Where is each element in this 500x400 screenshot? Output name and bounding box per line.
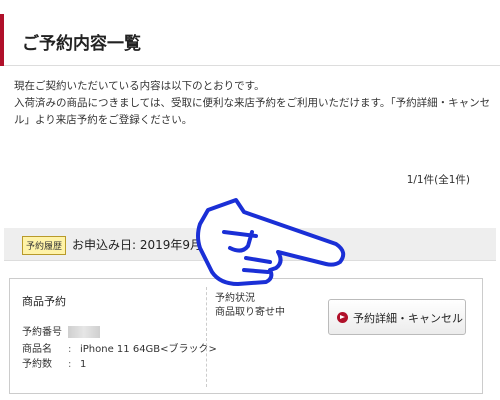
quantity-row: 予約数:1 xyxy=(22,355,86,370)
header-accent-bar xyxy=(0,14,4,66)
page-title: ご予約内容一覧 xyxy=(22,34,141,54)
reservation-type-title: 商品予約 xyxy=(22,295,66,308)
product-name-value: iPhone 11 64GB<ブラック> xyxy=(80,344,217,355)
button-label: 予約詳細・キャンセル xyxy=(353,312,463,325)
field-label: 予約数 xyxy=(22,359,52,370)
reservation-detail-cancel-button[interactable]: 予約詳細・キャンセル xyxy=(328,299,466,335)
product-name-row: 商品名: iPhone 11 64GB<ブラック> xyxy=(22,340,217,355)
status-value: 商品取り寄せ中 xyxy=(215,307,285,318)
page-header: ご予約内容一覧 xyxy=(0,14,500,66)
quantity-value: 1 xyxy=(80,359,87,370)
masked-reservation-number xyxy=(68,326,100,338)
history-badge: 予約履歴 xyxy=(22,236,67,255)
pointing-hand-icon xyxy=(196,198,346,286)
intro-text: 現在ご契約いただいている内容は以下のとおりです。 入荷済みの商品につきましては、… xyxy=(14,78,494,129)
reservation-number-row: 予約番号 xyxy=(22,323,100,338)
card-divider xyxy=(206,287,207,387)
intro-line-2: 入荷済みの商品につきましては、受取に便利な来店予約をご利用いただけます。「予約詳… xyxy=(14,97,491,126)
field-separator: : xyxy=(68,344,72,355)
intro-line-1: 現在ご契約いただいている内容は以下のとおりです。 xyxy=(14,80,265,92)
field-label: 予約番号 xyxy=(22,327,62,338)
chevron-right-circle-icon xyxy=(337,312,348,323)
field-label: 商品名 xyxy=(22,344,52,355)
reservation-card: 商品予約 予約番号 商品名: iPhone 11 64GB<ブラック> 予約数:1… xyxy=(9,278,483,394)
field-separator: : xyxy=(68,359,72,370)
result-count: 1/1件(全1件) xyxy=(406,174,470,186)
